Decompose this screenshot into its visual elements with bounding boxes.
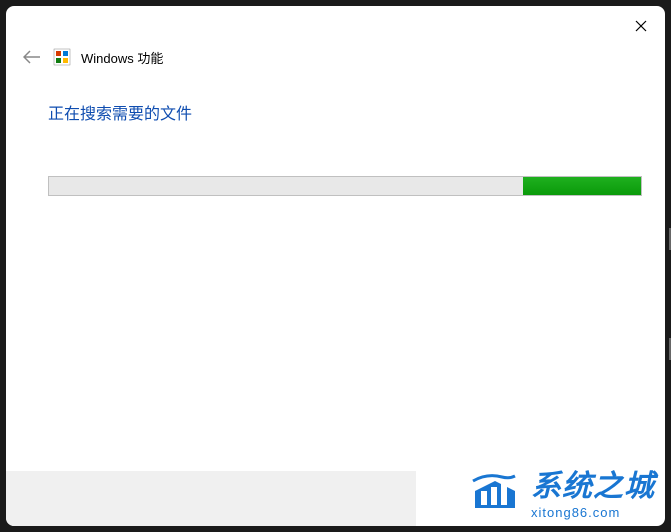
watermark-text: 系统之城 xitong86.com [531, 461, 655, 520]
watermark: 系统之城 xitong86.com [467, 461, 655, 520]
dialog-title: Windows 功能 [81, 48, 163, 67]
dialog-content: 正在搜索需要的文件 [6, 68, 665, 196]
watermark-url: xitong86.com [531, 505, 620, 520]
dialog-header: Windows 功能 [6, 6, 665, 68]
back-button[interactable] [21, 46, 43, 68]
close-icon [635, 20, 647, 32]
windows-features-icon [53, 48, 71, 66]
close-button[interactable] [631, 16, 651, 36]
watermark-logo-icon [467, 463, 523, 519]
back-arrow-icon [23, 50, 41, 64]
dialog-window: Windows 功能 正在搜索需要的文件 系统之城 xitong86.com [6, 6, 665, 526]
progress-fill [523, 177, 641, 195]
progress-bar [48, 176, 642, 196]
bottom-bar [6, 471, 416, 526]
watermark-title: 系统之城 [531, 461, 655, 505]
status-message: 正在搜索需要的文件 [48, 100, 623, 124]
